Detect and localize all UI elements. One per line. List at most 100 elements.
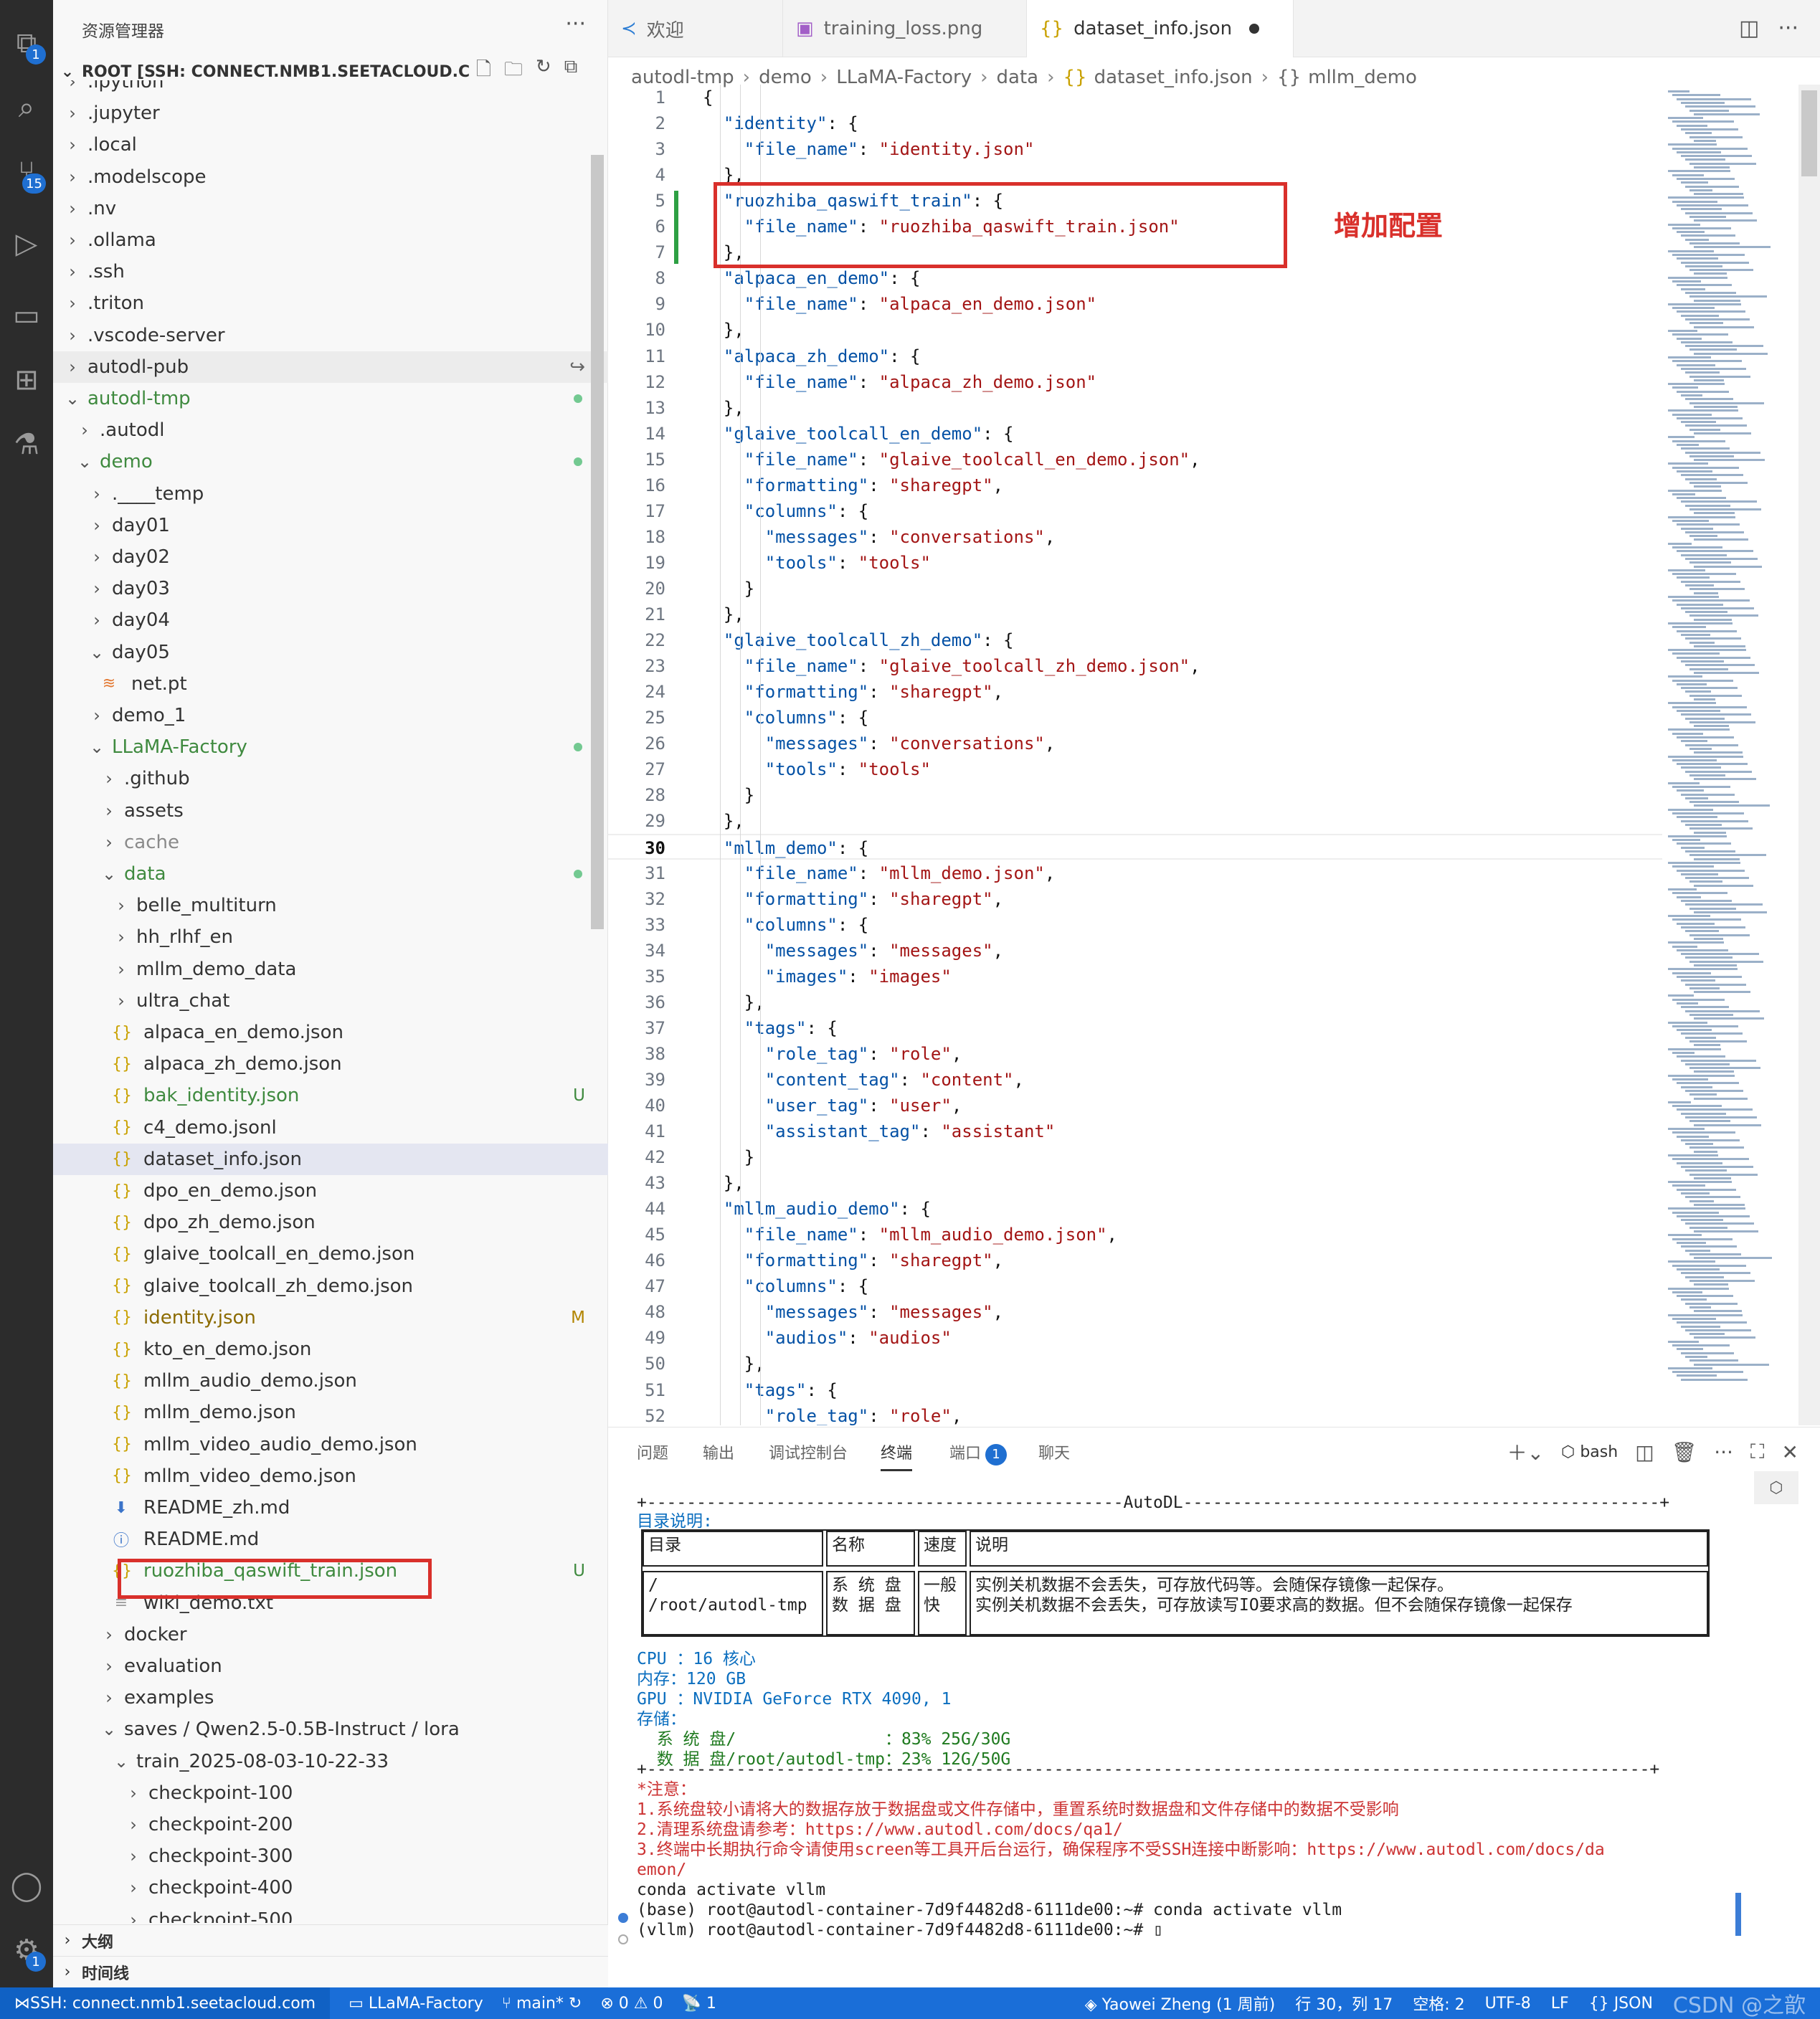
scrollbar-thumb[interactable]	[1801, 90, 1817, 176]
minimap[interactable]	[1662, 85, 1798, 1425]
code-line[interactable]: 13 },	[608, 395, 1662, 421]
code-line[interactable]: 40 "user_tag": "user",	[608, 1093, 1662, 1118]
unsaved-dot-icon[interactable]	[1249, 24, 1260, 34]
tab-dataset-info[interactable]: {} dataset_info.json	[1027, 0, 1294, 57]
terminal-output[interactable]: +---------------------------------------…	[637, 1492, 1784, 1980]
code-line[interactable]: 24 "formatting": "sharegpt",	[608, 679, 1662, 705]
tree-folder[interactable]: › .jupyter	[53, 98, 608, 129]
code-line[interactable]: 50 },	[608, 1351, 1662, 1377]
remote-explorer-icon[interactable]: ▭	[0, 287, 53, 344]
tree-folder[interactable]: › checkpoint-500	[53, 1904, 608, 1923]
terminal-list-icon[interactable]: ⬡	[1754, 1471, 1798, 1504]
tree-folder[interactable]: ⌄ day05	[53, 637, 608, 668]
tree-folder[interactable]: › hh_rlhf_en	[53, 921, 608, 953]
panel-tab[interactable]: 聊天	[1038, 1440, 1070, 1463]
code-line[interactable]: 33 "columns": {	[608, 912, 1662, 938]
tree-folder[interactable]: ⌄ demo	[53, 446, 608, 478]
tree-folder[interactable]: › .nv	[53, 193, 608, 224]
code-line[interactable]: 32 "formatting": "sharegpt",	[608, 886, 1662, 912]
account-icon[interactable]: ◯	[0, 1857, 53, 1914]
code-line[interactable]: 39 "content_tag": "content",	[608, 1067, 1662, 1093]
tree-file[interactable]: {} c4_demo.jsonl	[53, 1112, 608, 1144]
code-line[interactable]: 35 "images": "images"	[608, 964, 1662, 989]
code-line[interactable]: 36 },	[608, 989, 1662, 1015]
tree-folder[interactable]: ⌄ saves / Qwen2.5-0.5B-Instruct / lora	[53, 1714, 608, 1745]
code-line[interactable]: 28 }	[608, 782, 1662, 808]
run-debug-icon[interactable]: ▷	[0, 215, 53, 272]
code-line[interactable]: 25 "columns": {	[608, 705, 1662, 731]
editor-scrollbar[interactable]	[1798, 85, 1820, 1425]
code-line[interactable]: 9 "file_name": "alpaca_en_demo.json"	[608, 291, 1662, 317]
testing-icon[interactable]: ⚗	[0, 416, 53, 473]
tree-folder[interactable]: › .vscode-server	[53, 320, 608, 351]
tree-folder[interactable]: › .github	[53, 763, 608, 794]
split-editor-icon[interactable]: ◫	[1739, 16, 1759, 41]
tree-folder[interactable]: › .modelscope	[53, 161, 608, 193]
code-editor[interactable]: 1{2 "identity": {3 "file_name": "identit…	[608, 85, 1662, 1425]
tree-folder[interactable]: › .ollama	[53, 224, 608, 256]
code-line[interactable]: 45 "file_name": "mllm_audio_demo.json",	[608, 1222, 1662, 1248]
tree-file[interactable]: ⓘ README.md	[53, 1524, 608, 1555]
tree-folder[interactable]: › .____temp	[53, 478, 608, 510]
tree-file[interactable]: {} kto_en_demo.json	[53, 1334, 608, 1365]
code-line[interactable]: 48 "messages": "messages",	[608, 1299, 1662, 1325]
tree-file[interactable]: {} mllm_video_audio_demo.json	[53, 1429, 608, 1460]
tree-folder[interactable]: › day02	[53, 541, 608, 573]
sidebar-scrollbar[interactable]	[591, 155, 604, 929]
tree-file[interactable]: {} bak_identity.json U	[53, 1080, 608, 1111]
code-line[interactable]: 30 "mllm_demo": {	[608, 834, 1662, 860]
code-line[interactable]: 3 "file_name": "identity.json"	[608, 136, 1662, 162]
outline-section[interactable]: › 大纲	[53, 1924, 608, 1956]
code-line[interactable]: 51 "tags": {	[608, 1377, 1662, 1403]
panel-tab[interactable]: 端口 1	[949, 1440, 1008, 1465]
tree-file[interactable]: {} alpaca_en_demo.json	[53, 1017, 608, 1048]
tree-file[interactable]: ⬇ README_zh.md	[53, 1492, 608, 1524]
tree-folder[interactable]: › day04	[53, 604, 608, 636]
tree-folder[interactable]: › checkpoint-400	[53, 1872, 608, 1904]
tree-folder[interactable]: › .autodl	[53, 414, 608, 446]
code-line[interactable]: 18 "messages": "conversations",	[608, 524, 1662, 550]
tree-file[interactable]: {} glaive_toolcall_en_demo.json	[53, 1238, 608, 1270]
code-line[interactable]: 44 "mllm_audio_demo": {	[608, 1196, 1662, 1222]
tree-file[interactable]: {} alpaca_zh_demo.json	[53, 1048, 608, 1080]
tree-folder[interactable]: › examples	[53, 1682, 608, 1714]
panel-tab[interactable]: 问题	[637, 1440, 668, 1463]
timeline-section[interactable]: › 时间线	[53, 1956, 608, 1987]
code-line[interactable]: 1{	[608, 85, 1662, 110]
split-terminal-icon[interactable]: ◫	[1635, 1440, 1654, 1464]
problems-indicator[interactable]: ⊗ 0 ⚠ 0	[600, 1995, 663, 2013]
encoding-indicator[interactable]: UTF-8	[1485, 1995, 1531, 2013]
code-line[interactable]: 17 "columns": {	[608, 498, 1662, 524]
tree-folder[interactable]: › autodl-pub ↪	[53, 351, 608, 383]
code-line[interactable]: 31 "file_name": "mllm_demo.json",	[608, 860, 1662, 886]
tree-file[interactable]: {} dpo_en_demo.json	[53, 1175, 608, 1207]
maximize-panel-icon[interactable]: ⛶	[1750, 1440, 1765, 1464]
tree-file[interactable]: {} identity.json M	[53, 1302, 608, 1334]
more-actions-icon[interactable]: ···	[565, 11, 586, 37]
trash-icon[interactable]: 🗑	[1672, 1440, 1697, 1464]
code-line[interactable]: 27 "tools": "tools"	[608, 756, 1662, 782]
tree-folder[interactable]: › docker	[53, 1619, 608, 1650]
ports-indicator[interactable]: 📡 1	[682, 1995, 716, 2013]
tree-folder[interactable]: › assets	[53, 795, 608, 827]
tree-file[interactable]: {} glaive_toolcall_zh_demo.json	[53, 1270, 608, 1302]
tree-folder[interactable]: › .ssh	[53, 256, 608, 288]
tree-file[interactable]: ≋ net.pt	[53, 668, 608, 700]
tree-folder[interactable]: › evaluation	[53, 1650, 608, 1682]
tree-folder[interactable]: › .triton	[53, 288, 608, 319]
tree-folder[interactable]: › belle_multiturn	[53, 890, 608, 921]
close-icon[interactable]: ✕	[1782, 1440, 1798, 1464]
code-line[interactable]: 47 "columns": {	[608, 1273, 1662, 1299]
git-blame-indicator[interactable]: ◈ Yaowei Zheng (1 周前)	[1085, 1992, 1276, 2015]
code-line[interactable]: 26 "messages": "conversations",	[608, 731, 1662, 756]
tree-folder[interactable]: › mllm_demo_data	[53, 954, 608, 985]
more-actions-icon[interactable]: ···	[1778, 16, 1798, 41]
code-line[interactable]: 21 },	[608, 602, 1662, 627]
code-line[interactable]: 41 "assistant_tag": "assistant"	[608, 1118, 1662, 1144]
new-terminal-icon[interactable]: ＋⌄	[1507, 1438, 1544, 1466]
code-line[interactable]: 20 }	[608, 576, 1662, 602]
tree-folder[interactable]: › ultra_chat	[53, 985, 608, 1017]
tree-folder[interactable]: › checkpoint-100	[53, 1777, 608, 1809]
source-control-icon[interactable]: ⑂ 15	[0, 143, 53, 201]
tree-folder[interactable]: ⌄ data	[53, 858, 608, 890]
